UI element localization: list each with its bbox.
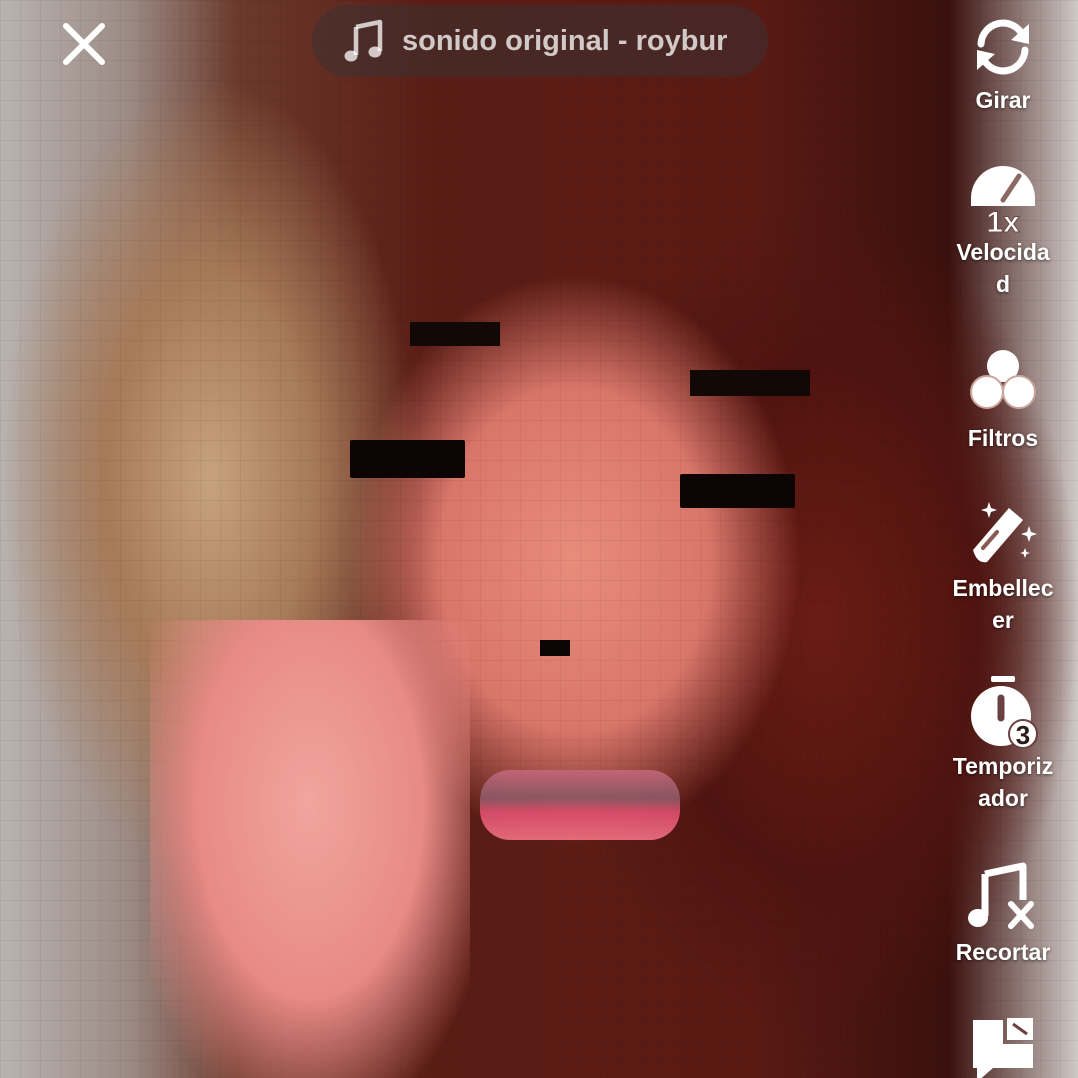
timer-label: Temporizador: [952, 753, 1054, 811]
close-button[interactable]: [56, 16, 112, 72]
camera-toolbar: Girar 1x Velocidad Filtros Embellecer 3 …: [928, 0, 1078, 1078]
flip-camera-button[interactable]: Girar: [928, 10, 1078, 116]
timer-icon: 3: [967, 676, 1039, 750]
close-icon: [63, 23, 105, 65]
preview-brow-left: [410, 322, 500, 346]
trim-sound-icon: [967, 862, 1039, 934]
trim-sound-label: Recortar: [955, 939, 1051, 965]
add-sound-button[interactable]: sonido original - roybur: [312, 5, 768, 77]
preview-eye-right: [680, 474, 795, 508]
preview-nose: [540, 640, 570, 656]
flip-camera-label: Girar: [975, 87, 1031, 113]
more-icon: [967, 1014, 1039, 1078]
sound-label: sonido original - roybur: [402, 24, 728, 57]
preview-brow-right: [690, 370, 810, 396]
filters-button[interactable]: Filtros: [928, 348, 1078, 454]
speed-badge: 1x: [986, 206, 1020, 234]
camera-screen: sonido original - roybur Girar 1x Veloci…: [0, 0, 1078, 1078]
timer-button[interactable]: 3 Temporizador: [928, 676, 1078, 814]
speed-button[interactable]: 1x Velocidad: [928, 162, 1078, 300]
more-button[interactable]: [928, 1014, 1078, 1078]
filters-label: Filtros: [967, 425, 1039, 451]
trim-sound-button[interactable]: Recortar: [928, 862, 1078, 968]
beautify-label: Embellecer: [952, 575, 1054, 633]
speed-gauge-icon: 1x: [967, 162, 1039, 240]
speed-label: Velocidad: [956, 239, 1050, 297]
preview-eye-left: [350, 440, 465, 478]
timer-badge: 3: [1016, 720, 1030, 748]
filters-icon: [967, 348, 1039, 420]
music-note-icon: [344, 19, 383, 62]
preview-lips: [480, 770, 680, 840]
preview-hand: [150, 620, 470, 1078]
beauty-wand-icon: [967, 498, 1039, 570]
camera-preview: [0, 0, 1078, 1078]
flip-camera-icon: [967, 10, 1039, 82]
beautify-button[interactable]: Embellecer: [928, 498, 1078, 636]
